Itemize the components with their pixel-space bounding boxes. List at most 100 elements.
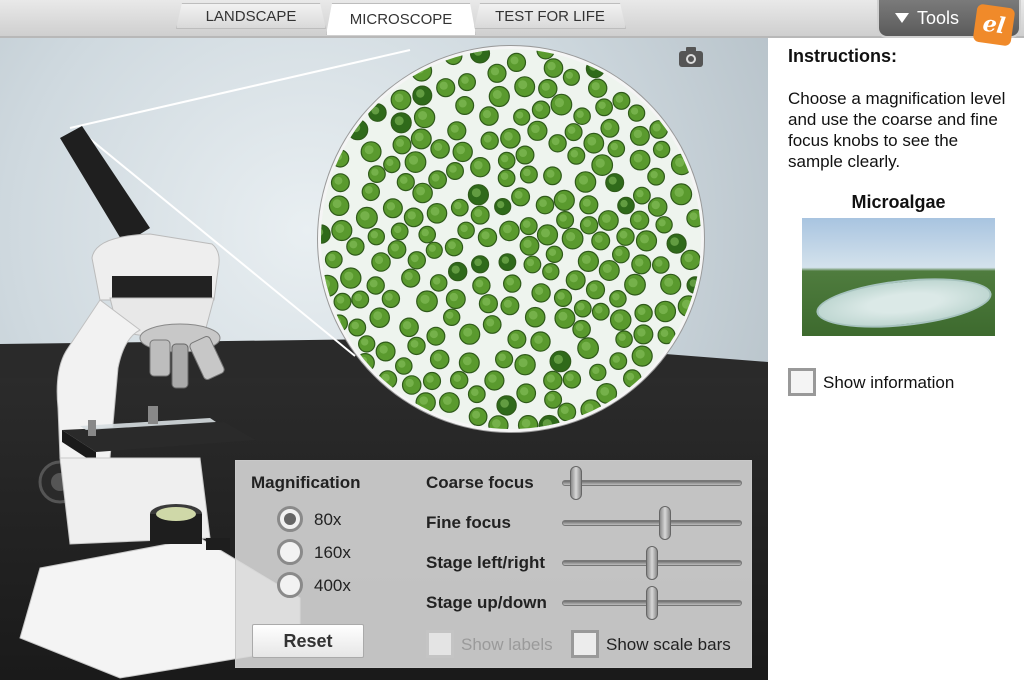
algae-cell-highlight — [402, 321, 412, 330]
algae-cell-highlight — [518, 80, 528, 90]
algae-cell-highlight — [446, 311, 454, 319]
algae-cell-highlight — [451, 265, 460, 274]
algae-cell-highlight — [443, 396, 452, 405]
camera-icon[interactable] — [678, 46, 704, 68]
show-information-checkbox[interactable] — [788, 368, 816, 396]
algae-cell-highlight — [528, 310, 538, 320]
tab-test-for-life[interactable]: TEST FOR LIFE — [474, 3, 626, 29]
algae-cell-highlight — [600, 387, 610, 396]
stage-clip — [88, 420, 96, 436]
slider-thumb[interactable] — [646, 546, 658, 580]
algae-cell-highlight — [684, 253, 693, 263]
tools-label: Tools — [917, 7, 960, 28]
algae-cell-highlight — [526, 258, 535, 267]
algae-cell-highlight — [612, 293, 620, 301]
algae-cell-highlight — [576, 110, 584, 118]
algae-cell-highlight — [539, 199, 547, 208]
algae-cell-highlight — [396, 138, 404, 147]
algae-cell-highlight — [548, 248, 557, 256]
reset-button[interactable]: Reset — [252, 624, 364, 658]
magnification-title: Magnification — [251, 473, 361, 492]
algae-cell-highlight — [414, 132, 424, 142]
show-labels-checkbox[interactable] — [426, 630, 454, 658]
algae-cell-highlight — [664, 277, 674, 287]
show-scale-bars-checkbox[interactable] — [571, 630, 599, 658]
radio-400x[interactable] — [277, 572, 303, 598]
algae-cell-highlight — [522, 220, 531, 228]
algae-cell-highlight — [400, 176, 408, 184]
slider-thumb[interactable] — [570, 466, 583, 500]
algae-cell-highlight — [336, 296, 345, 304]
algae-cell-highlight — [591, 82, 600, 91]
algae-cell-highlight — [523, 168, 531, 177]
algae-cell-highlight — [520, 387, 529, 396]
algae-cell-highlight — [587, 136, 597, 146]
radio-80x[interactable] — [277, 506, 303, 532]
algae-cell-highlight — [474, 258, 482, 267]
radio-160x[interactable] — [277, 539, 303, 565]
algae-cell-highlight — [418, 111, 428, 120]
algae-cell-highlight — [364, 145, 374, 155]
sample-title: Microalgae — [851, 192, 946, 212]
algae-cell-highlight — [429, 330, 438, 339]
algae-cell-highlight — [349, 240, 358, 249]
algae-cell-highlight — [551, 137, 560, 146]
algae-cell-highlight — [615, 95, 624, 103]
algae-cell-highlight — [404, 272, 413, 281]
gizmo-root: LANDSCAPE MICROSCOPE TEST FOR LIFE Tools… — [0, 0, 1024, 680]
algae-cell-highlight — [472, 410, 481, 419]
algae-cell-highlight — [481, 231, 490, 240]
algae-cell-highlight — [670, 237, 679, 246]
algae-cell-highlight — [675, 157, 685, 167]
stage-left-right-slider[interactable] — [562, 546, 742, 580]
show-scale-bars-label: Show scale bars — [606, 635, 731, 654]
algae-cell-highlight — [364, 186, 373, 194]
slider-thumb[interactable] — [646, 586, 658, 620]
stage-up-down-slider[interactable] — [562, 586, 742, 620]
algae-cell-highlight — [575, 323, 584, 332]
objective-lens — [189, 336, 225, 380]
algae-cell-highlight — [559, 214, 567, 222]
algae-cell-highlight — [482, 297, 491, 306]
algae-cell-highlight — [608, 176, 617, 185]
algae-cell-highlight — [416, 89, 425, 98]
explorelearning-logo: el — [972, 3, 1016, 47]
algae-cell-highlight — [565, 71, 573, 79]
algae-cell-highlight — [635, 258, 644, 267]
instructions-text: Choose a magnification level and use the… — [788, 89, 1006, 171]
algae-cell-highlight — [516, 111, 524, 119]
algae-cell-highlight — [542, 419, 552, 429]
fine-focus-slider[interactable] — [562, 506, 742, 540]
algae-cell-highlight — [602, 264, 612, 273]
coarse-focus-slider[interactable] — [562, 466, 742, 500]
algae-cell-highlight — [394, 116, 404, 126]
algae-cell-highlight — [626, 372, 635, 381]
algae-cell-highlight — [618, 333, 626, 341]
algae-cell-highlight — [589, 283, 598, 292]
eyepiece — [60, 126, 150, 244]
algae-cell-highlight — [658, 304, 668, 315]
tab-landscape[interactable]: LANDSCAPE — [176, 3, 326, 29]
slider-thumb[interactable] — [659, 506, 672, 540]
tools-menu-button[interactable]: Tools el — [877, 0, 1021, 47]
slider-track — [562, 520, 742, 526]
algae-cell-highlight — [633, 214, 642, 223]
tab-microscope[interactable]: MICROSCOPE — [326, 3, 476, 35]
algae-cell-highlight — [546, 374, 555, 383]
algae-cell-highlight — [471, 388, 479, 397]
algae-cell-highlight — [453, 374, 461, 382]
algae-cell-highlight — [592, 366, 600, 374]
algae-cell-highlight — [371, 106, 380, 115]
stage-clip — [148, 406, 158, 424]
algae-cell-highlight — [581, 254, 591, 264]
algae-cell-highlight — [523, 239, 532, 248]
algae-cell-highlight — [419, 396, 428, 405]
algae-cell-highlight — [449, 292, 458, 302]
algae-cell-highlight — [492, 90, 502, 99]
algae-cell-highlight — [598, 101, 606, 109]
algae-cell-highlight — [636, 189, 644, 198]
algae-cell-highlight — [488, 374, 497, 383]
zoom-leader-line — [69, 49, 411, 129]
algae-cell-highlight — [426, 375, 434, 383]
algae-cell-highlight — [407, 211, 416, 220]
